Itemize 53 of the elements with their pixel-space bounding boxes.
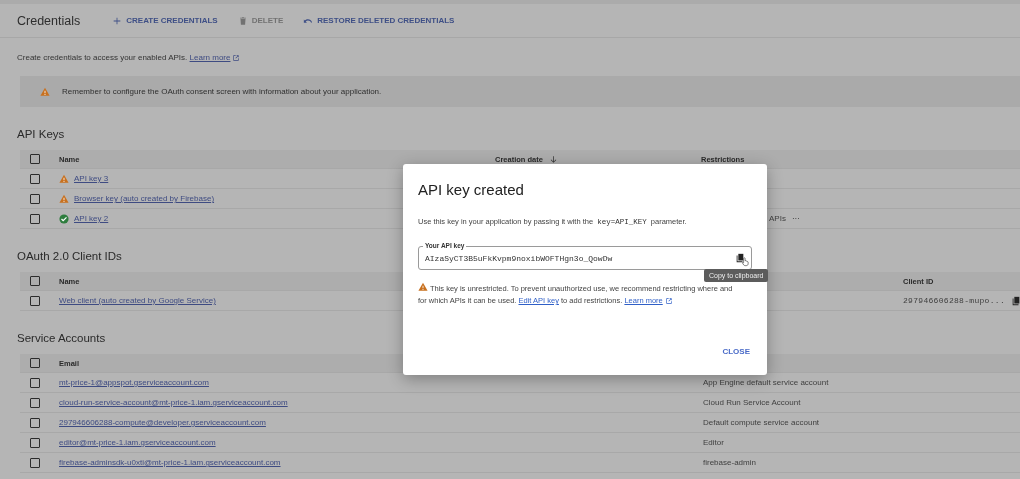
row-link[interactable]: API key 3 (74, 174, 109, 183)
warning-icon (59, 173, 69, 184)
banner-text: Remember to configure the OAuth consent screen with information about your application. (62, 87, 382, 96)
row-link[interactable]: 297946606288-compute@developer.gserviceaccount.com (59, 418, 266, 427)
row-link[interactable]: Browser key (auto created by Firebase) (74, 194, 215, 203)
learn-more-link[interactable]: Learn more (189, 53, 241, 62)
sort-arrow-icon (548, 154, 558, 164)
table-cell: APIs (769, 214, 786, 223)
row-link[interactable]: editor@mt-price-1.iam.gserviceaccount.com (59, 438, 216, 447)
checkbox[interactable] (30, 437, 40, 448)
copy-icon (1011, 295, 1020, 306)
page-title: Credentials (17, 13, 81, 28)
checkbox[interactable] (30, 276, 40, 286)
action-button[interactable]: CREATE CREDENTIALS (108, 13, 222, 28)
checkbox[interactable] (30, 295, 40, 306)
dialog-title: API key created (418, 181, 525, 199)
more-menu[interactable]: ··· (791, 214, 800, 223)
hand-cursor-icon (741, 256, 750, 267)
action-button[interactable]: RESTORE DELETED CREDENTIALS (299, 13, 459, 28)
warning-icon (59, 193, 69, 204)
section-title: OAuth 2.0 Client IDs (17, 249, 122, 264)
checkbox[interactable] (30, 457, 40, 468)
table-cell: firebase-admin (703, 458, 756, 467)
section-title: API Keys (17, 127, 65, 142)
checkbox[interactable] (30, 173, 40, 184)
row-link[interactable]: mt-price-1@appspot.gserviceaccount.com (59, 378, 209, 387)
external-link-icon (232, 53, 241, 62)
close-button[interactable]: CLOSE (716, 343, 756, 360)
copy-icon (735, 253, 745, 263)
row-link[interactable]: firebase-adminsdk-u0xti@mt-price-1.iam.gserviceaccount.com (59, 458, 281, 467)
checkbox[interactable] (30, 213, 40, 224)
check-circle-icon (59, 213, 69, 224)
trash-icon (237, 15, 248, 26)
intro-text: Create credentials to access your enabled APIs. Learn more (17, 52, 1020, 64)
table-cell: Default compute service account (703, 418, 820, 427)
table-cell: 297946606288-mupo... (903, 296, 1005, 305)
row-link[interactable]: cloud-run-service-account@mt-price-1.iam.gserviceaccount.com (59, 398, 288, 407)
warning-icon (418, 282, 428, 292)
checkbox[interactable] (30, 397, 40, 408)
table-cell: App Engine default service account (703, 378, 829, 387)
checkbox[interactable] (30, 358, 40, 368)
row-link[interactable]: API key 2 (74, 214, 109, 223)
table-cell: Editor (703, 438, 724, 447)
checkbox[interactable] (30, 417, 40, 428)
warning-icon (40, 86, 50, 97)
table-cell: Cloud Run Service Account (703, 398, 801, 407)
checkbox[interactable] (30, 193, 40, 204)
section-title: Service Accounts (17, 331, 106, 346)
checkbox[interactable] (30, 154, 40, 164)
row-link[interactable]: Web client (auto created by Google Service) (59, 296, 216, 305)
checkbox[interactable] (30, 377, 40, 388)
copy-button[interactable] (734, 252, 746, 264)
external-link-icon (664, 297, 673, 305)
